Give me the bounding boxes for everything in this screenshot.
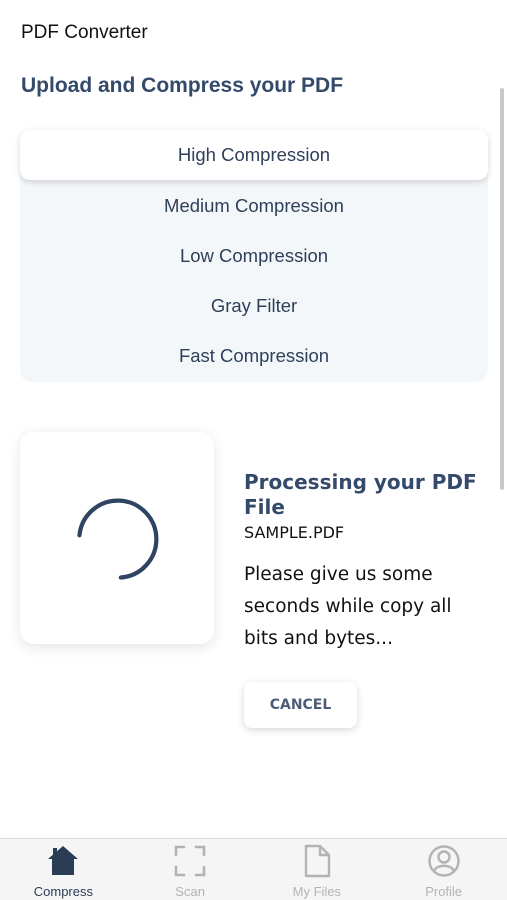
tab-scan[interactable]: Scan	[127, 839, 254, 900]
tab-compress-label: Compress	[33, 884, 93, 899]
app-title: PDF Converter	[21, 22, 148, 43]
scan-icon	[174, 845, 206, 877]
compression-options: High Compression Medium Compression Low …	[20, 130, 488, 382]
cancel-button[interactable]: CANCEL	[244, 682, 357, 728]
processing-filename: SAMPLE.PDF	[244, 523, 345, 542]
home-icon	[48, 846, 79, 875]
option-low-compression[interactable]: Low Compression	[20, 231, 488, 281]
loading-spinner-icon	[77, 498, 159, 580]
tab-my-files-label: My Files	[292, 884, 342, 899]
tab-bar: Compress Scan My Files Profile	[0, 838, 507, 900]
page-heading: Upload and Compress your PDF	[21, 74, 344, 97]
option-fast-compression[interactable]: Fast Compression	[20, 331, 488, 381]
option-medium-compression[interactable]: Medium Compression	[20, 181, 488, 231]
tab-profile-label: Profile	[425, 884, 463, 899]
profile-icon	[427, 845, 460, 877]
scroll-indicator[interactable]	[500, 88, 504, 490]
option-high-compression[interactable]: High Compression	[20, 130, 488, 180]
processing-title: Processing your PDF File	[244, 470, 477, 519]
tab-my-files[interactable]: My Files	[254, 839, 381, 900]
processing-message: Please give us some seconds while copy a…	[244, 564, 452, 649]
spinner-card	[20, 432, 214, 644]
option-gray-filter[interactable]: Gray Filter	[20, 281, 488, 331]
tab-compress[interactable]: Compress	[0, 839, 127, 900]
tab-scan-label: Scan	[175, 884, 205, 899]
tab-profile[interactable]: Profile	[380, 839, 507, 900]
file-icon	[304, 844, 331, 878]
